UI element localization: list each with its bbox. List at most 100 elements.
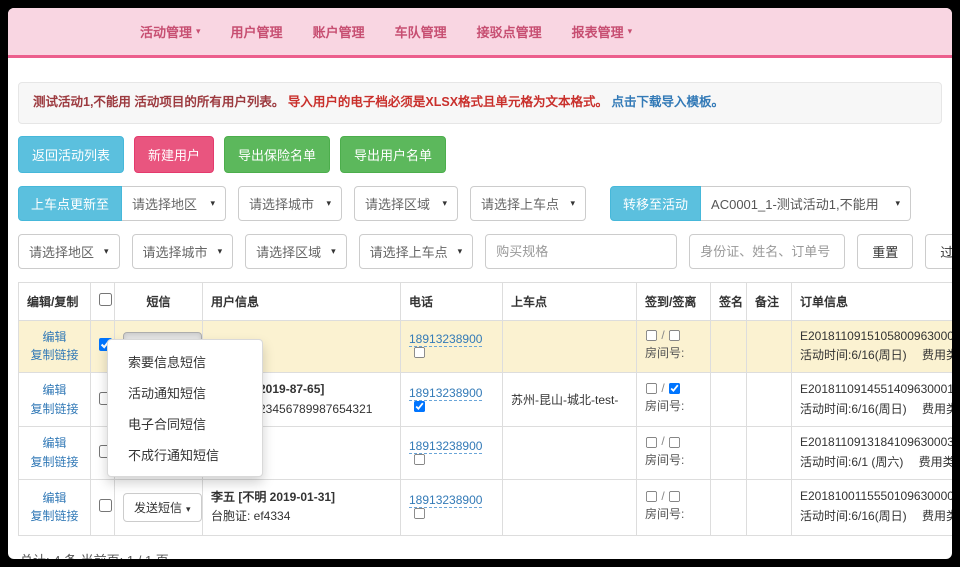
room-label: 房间号: (645, 342, 702, 365)
header-edit-copy: 编辑/复制 (19, 282, 91, 320)
phone-checkbox[interactable] (414, 454, 425, 465)
edit-link[interactable]: 编辑 (42, 489, 66, 508)
sms-menu-item-request-info[interactable]: 索要信息短信 (108, 346, 262, 377)
copy-link[interactable]: 复制链接 (30, 453, 78, 472)
phone-checkbox[interactable] (414, 508, 425, 519)
spec-input[interactable] (485, 234, 677, 269)
room-label: 房间号: (645, 503, 702, 526)
phone-checkbox[interactable] (414, 347, 425, 358)
order-info: 活动时间:6/16(周日) 费用类型 (800, 507, 952, 527)
region-select[interactable]: 请选择地区▾ (122, 186, 226, 221)
send-sms-button[interactable]: 发送短信▾ (123, 493, 202, 522)
nav-fleet-mgmt[interactable]: 车队管理 (395, 22, 447, 41)
checkout-checkbox[interactable] (669, 383, 680, 394)
caret-down-icon: ▾ (331, 246, 336, 257)
sms-menu-item-cancel-notice[interactable]: 不成行通知短信 (108, 439, 262, 470)
checkout-checkbox[interactable] (669, 437, 680, 448)
header-note: 备注 (747, 282, 792, 320)
caret-down-icon: ▾ (196, 26, 201, 37)
copy-link[interactable]: 复制链接 (30, 346, 78, 365)
pickup-cell: 苏州-昆山-城北-test- (503, 373, 637, 427)
city-select[interactable]: 请选择城市▾ (238, 186, 342, 221)
room-label: 房间号: (645, 449, 702, 472)
header-signature: 签名 (711, 282, 747, 320)
caret-down-icon: ▾ (442, 198, 447, 209)
header-user-info: 用户信息 (203, 282, 401, 320)
copy-link[interactable]: 复制链接 (30, 400, 78, 419)
nav-user-mgmt[interactable]: 用户管理 (231, 22, 283, 41)
edit-link[interactable]: 编辑 (42, 381, 66, 400)
copy-link[interactable]: 复制链接 (30, 507, 78, 526)
update-pickup-button[interactable]: 上车点更新至 (18, 186, 122, 221)
city-filter-select[interactable]: 请选择城市▾ (132, 234, 234, 269)
phone-link[interactable]: 18913238900 (409, 439, 482, 454)
phone-link[interactable]: 18913238900 (409, 332, 482, 347)
pickup-filter-select[interactable]: 请选择上车点▾ (359, 234, 474, 269)
caret-down-icon: ▾ (628, 26, 633, 37)
edit-link[interactable]: 编辑 (42, 434, 66, 453)
district-filter-select[interactable]: 请选择区域▾ (245, 234, 347, 269)
phone-checkbox[interactable] (414, 401, 425, 412)
caret-down-icon: ▾ (458, 246, 463, 257)
alert-title: 测试活动1,不能用 活动项目的所有用户列表。 (33, 95, 284, 109)
checkout-checkbox[interactable] (669, 330, 680, 341)
checkout-checkbox[interactable] (669, 491, 680, 502)
export-insurance-button[interactable]: 导出保险名单 (224, 136, 330, 173)
region-filter-select[interactable]: 请选择地区▾ (18, 234, 120, 269)
app-window: 活动管理▾ 用户管理 账户管理 车队管理 接驳点管理 报表管理▾ 测试活动1,不… (8, 8, 952, 559)
sms-menu-item-activity-notice[interactable]: 活动通知短信 (108, 377, 262, 408)
header-pickup: 上车点 (503, 282, 637, 320)
checkin-checkbox[interactable] (646, 330, 657, 341)
note-cell (747, 479, 792, 535)
user-info: 李五 [不明 2019-01-31] (211, 488, 392, 507)
header-phone: 电话 (401, 282, 503, 320)
header-select-all (91, 282, 115, 320)
order-number: E20181109145514096300019 (800, 380, 952, 400)
header-order-info: 订单信息 (792, 282, 953, 320)
checkin-checkbox[interactable] (646, 491, 657, 502)
row-select-checkbox[interactable] (99, 499, 112, 512)
download-template-link[interactable]: 点击下载导入模板。 (612, 95, 725, 109)
header-checkin: 签到/签离 (637, 282, 711, 320)
filter-button[interactable]: 过滤 (925, 234, 952, 269)
pickup-cell (503, 427, 637, 480)
signature-cell (711, 427, 747, 480)
checkin-checkbox[interactable] (646, 383, 657, 394)
district-select[interactable]: 请选择区域▾ (354, 186, 458, 221)
pickup-point-select[interactable]: 请选择上车点▾ (470, 186, 586, 221)
order-info: 活动时间:6/16(周日) 费用类型 (800, 400, 952, 420)
nav-activity-mgmt[interactable]: 活动管理▾ (140, 22, 201, 41)
alert-warning: 导入用户的电子档必须是XLSX格式且单元格为文本格式。 (288, 95, 608, 109)
phone-link[interactable]: 18913238900 (409, 386, 482, 401)
order-info: 活动时间:6/1 (周六) 费用类型 (800, 453, 952, 473)
note-cell (747, 373, 792, 427)
signature-cell (711, 479, 747, 535)
order-number: E20181001155501096300000 (800, 487, 952, 507)
caret-down-icon: ▾ (218, 246, 223, 257)
nav-account-mgmt[interactable]: 账户管理 (313, 22, 365, 41)
back-to-activities-button[interactable]: 返回活动列表 (18, 136, 124, 173)
transfer-to-activity-button[interactable]: 转移至活动 (610, 186, 701, 221)
sms-menu-item-e-contract[interactable]: 电子合同短信 (108, 408, 262, 439)
order-number: E20181109131841096300031 (800, 433, 952, 453)
activity-select[interactable]: AC0001_1-测试活动1,不能用▾ (701, 186, 911, 221)
caret-down-icon: ▾ (104, 246, 109, 257)
note-cell (747, 320, 792, 373)
nav-shuttle-point-mgmt[interactable]: 接驳点管理 (477, 22, 542, 41)
select-all-checkbox[interactable] (99, 293, 112, 306)
nav-report-mgmt[interactable]: 报表管理▾ (572, 22, 633, 41)
search-filter-bar: 请选择地区▾ 请选择城市▾ 请选择区域▾ 请选择上车点▾ 重置 过滤 (18, 234, 942, 269)
edit-link[interactable]: 编辑 (42, 328, 66, 347)
new-user-button[interactable]: 新建用户 (134, 136, 214, 173)
caret-down-icon: ▾ (326, 198, 331, 209)
reset-button[interactable]: 重置 (857, 234, 913, 269)
order-info: 活动时间:6/16(周日) 费用类型 (800, 346, 952, 366)
export-users-button[interactable]: 导出用户名单 (340, 136, 446, 173)
phone-link[interactable]: 18913238900 (409, 493, 482, 508)
action-button-row: 返回活动列表 新建用户 导出保险名单 导出用户名单 (18, 136, 942, 173)
checkin-checkbox[interactable] (646, 437, 657, 448)
caret-down-icon: ▾ (210, 198, 215, 209)
top-navbar: 活动管理▾ 用户管理 账户管理 车队管理 接驳点管理 报表管理▾ (8, 8, 952, 58)
search-input[interactable] (689, 234, 845, 269)
caret-down-icon: ▾ (186, 504, 191, 514)
